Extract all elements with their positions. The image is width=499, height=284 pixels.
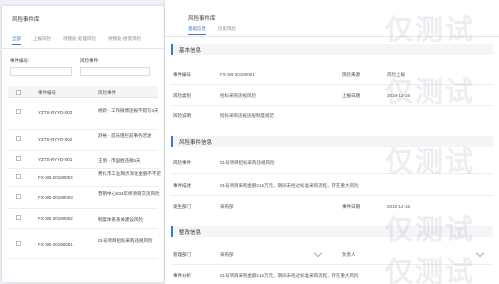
table-row[interactable]: YZTS-RYYD-001 王俏 - 市国胜违规5天 — [8, 151, 158, 169]
divider — [165, 36, 499, 37]
list-panel-title: 风险事件库 — [12, 17, 40, 23]
field-label: 事件编号 — [173, 72, 191, 77]
tab-reported[interactable]: 上报风险 — [33, 36, 51, 45]
table-row[interactable]: FX-SB-20190003 营销中心834年终项目交流风险 — [8, 187, 160, 209]
row-code: FX-SB-20190004 — [38, 175, 73, 180]
select-all-checkbox[interactable] — [16, 90, 21, 95]
field-value: 招标采购违规违规制度规范 — [220, 113, 274, 118]
field-label: 上报日期 — [342, 93, 360, 98]
field-value: 2019-12-16 — [387, 93, 411, 98]
field-label: 风险说明 — [173, 113, 191, 118]
field-value: FX-SB-20190001 — [220, 72, 255, 77]
row-name: 01号项目招标采购违规风险 — [98, 238, 153, 243]
table-row[interactable]: YZTS-RYYD-003 杨新 - 工作微博违规不错写3天 — [8, 102, 159, 130]
row-name: 制度体系系关建设风险 — [98, 217, 143, 222]
field-value: 采购部 — [220, 204, 234, 209]
field-label: 事件描述 — [173, 183, 191, 188]
field-label: 事件日期 — [342, 204, 360, 209]
table-row[interactable]: YZTS-RYYD-002 舒裕 - 首员阻拦前事务迟述 — [8, 130, 158, 151]
field-value: 2019-12-16 — [387, 204, 411, 209]
detail-tabs: 基础信息 历史风险 — [188, 26, 236, 35]
table-row[interactable]: FX-SB-20190002 制度体系系关建设风险 — [8, 209, 158, 229]
field-label: 管理部门 — [173, 252, 191, 257]
row-checkbox[interactable] — [16, 136, 21, 141]
row-name: 舒裕 - 首员阻拦前事务迟述 — [98, 133, 152, 138]
filter-name-label: 风险事件: — [80, 58, 100, 63]
tab-basic-info[interactable]: 基础信息 — [188, 26, 206, 35]
field-label: 负责人 — [342, 252, 356, 257]
field-label: 发生部门 — [173, 204, 191, 209]
section-basic-info: 基本信息 — [171, 44, 493, 55]
row-code: YZTS-RYYD-003 — [38, 110, 73, 115]
section-event-info: 风险事件信息 — [171, 136, 493, 147]
row-name: 王俏 - 市国胜违规5天 — [98, 158, 141, 163]
divider — [171, 195, 493, 196]
table-row[interactable]: FX-SB-20190004 费扎市工业网点深化金额不不足 — [8, 169, 161, 187]
field-label: 风险来源 — [342, 72, 360, 77]
row-checkbox[interactable] — [16, 174, 21, 179]
row-name: 费扎市工业网点深化金额不不足 — [98, 171, 161, 176]
table-header: 事件编号 风险事件 — [8, 86, 158, 98]
section-rectify-info: 整改信息 — [171, 226, 493, 237]
row-checkbox[interactable] — [16, 241, 21, 246]
divider — [171, 173, 493, 174]
row-checkbox[interactable] — [16, 109, 21, 114]
row-name: 杨新 - 工作微博违规不错写3天 — [98, 108, 159, 113]
field-label: 风险类别 — [173, 93, 191, 98]
row-code: FX-SB-20190003 — [38, 195, 73, 200]
chevron-down-icon[interactable] — [313, 248, 323, 258]
row-code: YZTS-RYYD-001 — [38, 157, 73, 162]
divider — [171, 105, 493, 106]
table-row[interactable]: FX-SB-20190001 01号项目招标采购违规风险 — [8, 229, 158, 259]
field-label: 风险事件 — [173, 160, 191, 165]
field-value: 招标采购违规风险 — [220, 93, 256, 98]
row-code: YZTS-RYYD-002 — [38, 137, 73, 142]
risk-event-list-panel: 风险事件库 全部 上报风险 待我处-处理风险 待我处-接受风险 事件编号: 风险… — [2, 6, 164, 282]
row-code: FX-SB-20190001 — [38, 242, 73, 247]
tab-pending-handle[interactable]: 待我处-处理风险 — [63, 36, 96, 45]
tab-all[interactable]: 全部 — [12, 36, 21, 45]
column-header-code: 事件编号 — [38, 90, 56, 95]
list-tabs: 全部 上报风险 待我处-处理风险 待我处-接受风险 — [12, 36, 141, 45]
field-value: 01号项目采购金额215万元，期间未经过标准采购流程，存在重大风险 — [220, 273, 359, 278]
filter-code-label: 事件编号: — [10, 58, 30, 63]
row-checkbox[interactable] — [16, 194, 21, 199]
tab-history[interactable]: 历史风险 — [218, 26, 236, 35]
divider — [171, 84, 493, 85]
tab-pending-accept[interactable]: 待我处-接受风险 — [108, 36, 141, 45]
field-value: 01号项目招标采购违规风险 — [220, 160, 275, 165]
row-checkbox[interactable] — [16, 215, 21, 220]
detail-panel-title: 风险事件库 — [188, 16, 216, 22]
chevron-down-icon[interactable] — [475, 248, 485, 258]
divider — [171, 264, 493, 265]
field-value: 风险上报 — [387, 72, 405, 77]
filter-code-input[interactable] — [10, 67, 72, 76]
field-value: 01号项目采购金额215万元，期间未经过标准采购流程，存在重大风险 — [220, 183, 359, 188]
filter-name-input[interactable] — [80, 67, 150, 76]
field-label: 事件分析 — [173, 273, 191, 278]
row-code: FX-SB-20190002 — [38, 216, 73, 221]
divider — [2, 48, 164, 49]
field-value: 采购部 — [220, 252, 234, 257]
column-header-name: 风险事件 — [98, 90, 116, 95]
risk-event-detail-panel: 风险事件库 基础信息 历史风险 基本信息 事件编号 FX-SB-20190001… — [165, 0, 499, 284]
row-checkbox[interactable] — [16, 156, 21, 161]
row-name: 营销中心834年终项目交流风险 — [98, 191, 160, 196]
